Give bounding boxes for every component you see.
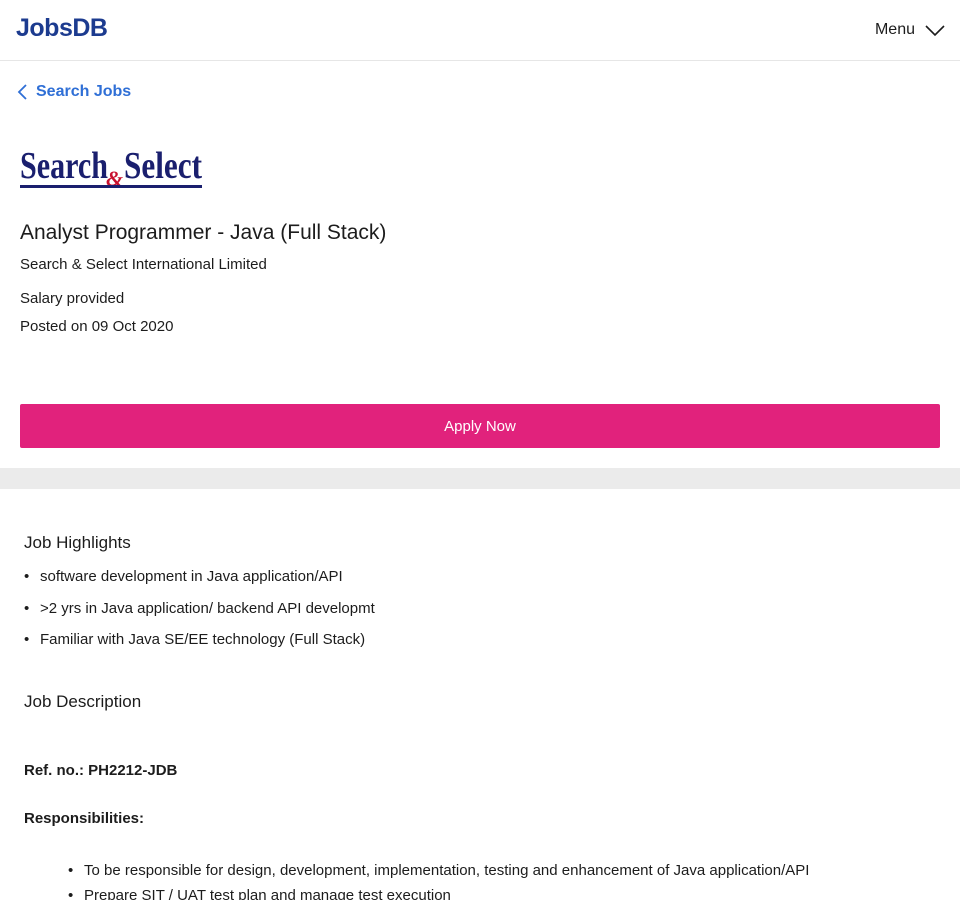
company-logo[interactable]: Search & Select <box>20 144 202 190</box>
salary-info: Salary provided <box>20 290 125 307</box>
highlight-item: • >2 yrs in Java application/ backend AP… <box>24 599 375 631</box>
job-description-heading: Job Description <box>24 692 142 711</box>
chevron-left-icon <box>17 84 27 100</box>
responsibility-text: Prepare SIT / UAT test plan and manage t… <box>84 887 451 900</box>
job-title: Analyst Programmer - Java (Full Stack) <box>20 221 387 244</box>
reference-number: Ref. no.: PH2212-JDB <box>24 762 178 779</box>
jobsdb-logo[interactable]: JobsDB <box>16 13 108 43</box>
bullet-icon: • <box>24 631 30 648</box>
highlight-item: • Familiar with Java SE/EE technology (F… <box>24 630 375 662</box>
responsibilities-list: • To be responsible for design, developm… <box>68 861 809 900</box>
svg-text:Search: Search <box>20 145 108 187</box>
menu-button[interactable]: Menu <box>875 18 945 42</box>
responsibility-text: To be responsible for design, developmen… <box>84 862 810 879</box>
section-divider <box>0 468 960 489</box>
back-to-search-link[interactable]: Search Jobs <box>16 81 131 103</box>
back-link-label: Search Jobs <box>36 83 132 100</box>
top-header: JobsDB Menu <box>0 0 960 61</box>
job-highlights-list: • software development in Java applicati… <box>24 567 375 662</box>
bullet-icon: • <box>68 887 74 900</box>
posted-date: Posted on 09 Oct 2020 <box>20 318 174 335</box>
apply-now-button[interactable]: Apply Now <box>20 404 940 448</box>
highlight-text: >2 yrs in Java application/ backend API … <box>40 599 375 617</box>
bullet-icon: • <box>24 568 30 585</box>
highlight-item: • software development in Java applicati… <box>24 567 375 599</box>
svg-text:Select: Select <box>124 145 202 187</box>
responsibility-item: • Prepare SIT / UAT test plan and manage… <box>68 886 809 900</box>
bullet-icon: • <box>68 862 74 879</box>
company-name[interactable]: Search & Select International Limited <box>20 255 267 275</box>
bullet-icon: • <box>24 599 30 617</box>
responsibilities-heading: Responsibilities: <box>24 810 145 827</box>
menu-label: Menu <box>874 21 915 38</box>
highlight-text: software development in Java application… <box>40 568 343 585</box>
job-highlights-heading: Job Highlights <box>24 533 131 552</box>
chevron-down-icon <box>925 25 945 37</box>
highlight-text: Familiar with Java SE/EE technology (Ful… <box>40 631 366 648</box>
responsibility-item: • To be responsible for design, developm… <box>68 861 809 886</box>
